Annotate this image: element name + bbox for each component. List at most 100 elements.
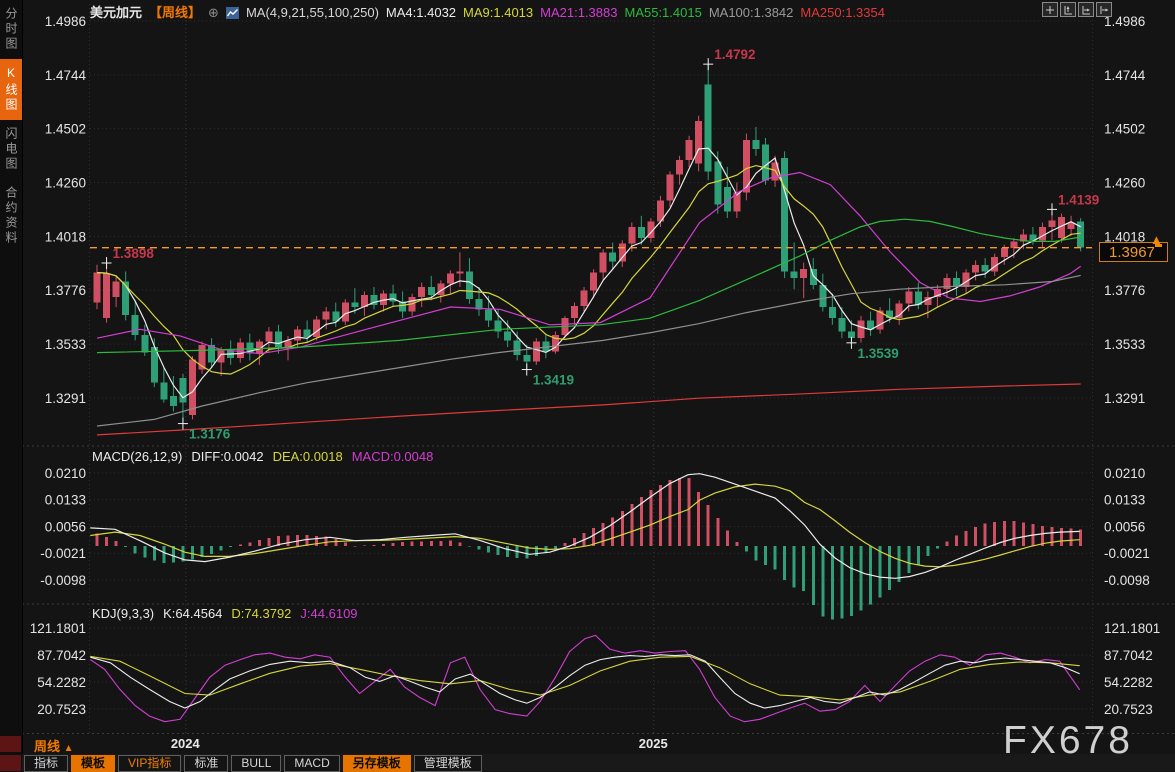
- candle[interactable]: [275, 331, 282, 347]
- candle[interactable]: [351, 303, 358, 307]
- axis-label: 1.3291: [45, 391, 86, 406]
- sidebar-tab-闪电图[interactable]: 闪电图: [0, 120, 22, 179]
- axis-label: 0.0056: [1104, 519, 1145, 534]
- year-label: 2024: [171, 736, 200, 751]
- price-annotation: 1.3539: [857, 346, 898, 361]
- candle[interactable]: [466, 271, 473, 299]
- candle[interactable]: [485, 309, 492, 320]
- candle[interactable]: [619, 244, 626, 262]
- candle[interactable]: [905, 291, 912, 303]
- crosshair-icon[interactable]: [1042, 2, 1058, 17]
- chart-canvas[interactable]: 1.49861.49861.47441.47441.45021.45021.42…: [0, 0, 1175, 771]
- candle[interactable]: [218, 350, 225, 362]
- candle[interactable]: [456, 271, 463, 273]
- macd-title[interactable]: MACD(26,12,9): [92, 449, 182, 464]
- candle[interactable]: [313, 319, 320, 337]
- candle[interactable]: [265, 331, 272, 341]
- macd-histogram-bar: [105, 537, 108, 546]
- toolbar-button-模板[interactable]: 模板: [71, 755, 115, 772]
- candle[interactable]: [113, 281, 120, 297]
- macd-histogram-bar: [735, 542, 738, 546]
- candle[interactable]: [294, 329, 301, 340]
- candle[interactable]: [628, 227, 635, 244]
- sidebar-tab-K线图[interactable]: K线图: [0, 59, 22, 120]
- candle[interactable]: [714, 161, 721, 204]
- period-tag[interactable]: 【周线】: [149, 5, 201, 20]
- candle[interactable]: [638, 227, 645, 238]
- macd-histogram-bar: [850, 546, 853, 616]
- circle-plus-icon[interactable]: ⊕: [208, 5, 219, 20]
- candle[interactable]: [533, 342, 540, 362]
- candle[interactable]: [523, 355, 530, 362]
- sidebar-tab-合约资料[interactable]: 合约资料: [0, 179, 22, 253]
- zoom-vertical-icon[interactable]: [1060, 2, 1076, 17]
- chart-header: 美元加元【周线】⊕MA(4,9,21,55,100,250)MA4:1.4032…: [90, 2, 899, 19]
- sidebar-tab-分时图[interactable]: 分时图: [0, 0, 22, 59]
- candle[interactable]: [972, 265, 979, 273]
- toolbar-button-VIP指标[interactable]: VIP指标: [118, 755, 181, 772]
- macd-histogram-bar: [458, 542, 461, 546]
- candle[interactable]: [571, 306, 578, 318]
- kdj-title[interactable]: KDJ(9,3,3): [92, 606, 154, 621]
- macd-histogram-bar: [535, 546, 538, 556]
- toolbar-button-另存模板[interactable]: 另存模板: [343, 755, 411, 772]
- zoom-horizontal-icon[interactable]: [1078, 2, 1094, 17]
- candle[interactable]: [1039, 227, 1046, 240]
- candle[interactable]: [686, 140, 693, 160]
- candle[interactable]: [323, 311, 330, 319]
- candle[interactable]: [141, 335, 148, 353]
- candle[interactable]: [810, 269, 817, 285]
- candle[interactable]: [447, 274, 454, 284]
- candle[interactable]: [342, 303, 349, 322]
- candle[interactable]: [705, 85, 712, 172]
- toolbar-button-BULL[interactable]: BULL: [231, 755, 281, 772]
- candle[interactable]: [132, 315, 139, 335]
- candle[interactable]: [514, 340, 521, 354]
- candle[interactable]: [667, 175, 674, 201]
- macd-histogram-bar: [449, 541, 452, 546]
- candle[interactable]: [418, 287, 425, 297]
- candle[interactable]: [94, 273, 101, 303]
- candle[interactable]: [609, 253, 616, 262]
- candle[interactable]: [752, 140, 759, 149]
- candle[interactable]: [189, 359, 196, 415]
- candle[interactable]: [590, 273, 597, 291]
- axis-label: 1.4502: [1104, 122, 1145, 137]
- candle[interactable]: [800, 269, 807, 278]
- macd-histogram-bar: [707, 505, 710, 546]
- candle[interactable]: [943, 278, 950, 289]
- macd-histogram-bar: [1012, 521, 1015, 546]
- candle[interactable]: [600, 253, 607, 273]
- macd-histogram-bar: [898, 546, 901, 582]
- axis-label: 87.7042: [37, 648, 86, 663]
- candle[interactable]: [103, 274, 110, 318]
- candle[interactable]: [504, 331, 511, 340]
- candle[interactable]: [762, 145, 769, 181]
- toolbar-button-标准[interactable]: 标准: [184, 755, 228, 772]
- candle[interactable]: [791, 271, 798, 278]
- candle[interactable]: [1049, 220, 1056, 227]
- candle[interactable]: [695, 121, 702, 164]
- exit-right-icon[interactable]: [1096, 2, 1112, 17]
- toolbar-button-管理模板[interactable]: 管理模板: [414, 755, 482, 772]
- toolbar-button-MACD[interactable]: MACD: [284, 755, 339, 772]
- line-chart-icon[interactable]: [226, 7, 239, 19]
- candle[interactable]: [170, 396, 177, 406]
- candle[interactable]: [581, 290, 588, 306]
- period-selector[interactable]: 周线 ▲: [34, 736, 74, 755]
- candle[interactable]: [179, 378, 186, 402]
- macd-histogram-bar: [726, 530, 729, 546]
- candle[interactable]: [237, 343, 244, 359]
- candle[interactable]: [858, 320, 865, 338]
- candle[interactable]: [838, 318, 845, 331]
- candle[interactable]: [829, 307, 836, 318]
- ma-settings-label[interactable]: MA(4,9,21,55,100,250): [246, 5, 379, 20]
- candle[interactable]: [160, 383, 167, 400]
- toolbar-button-指标[interactable]: 指标: [24, 755, 68, 772]
- ma-line-MA9: [97, 166, 1081, 374]
- candle[interactable]: [982, 265, 989, 272]
- candle[interactable]: [1001, 248, 1008, 257]
- candle[interactable]: [428, 287, 435, 295]
- axis-label: 1.3533: [45, 337, 86, 352]
- candle[interactable]: [676, 160, 683, 174]
